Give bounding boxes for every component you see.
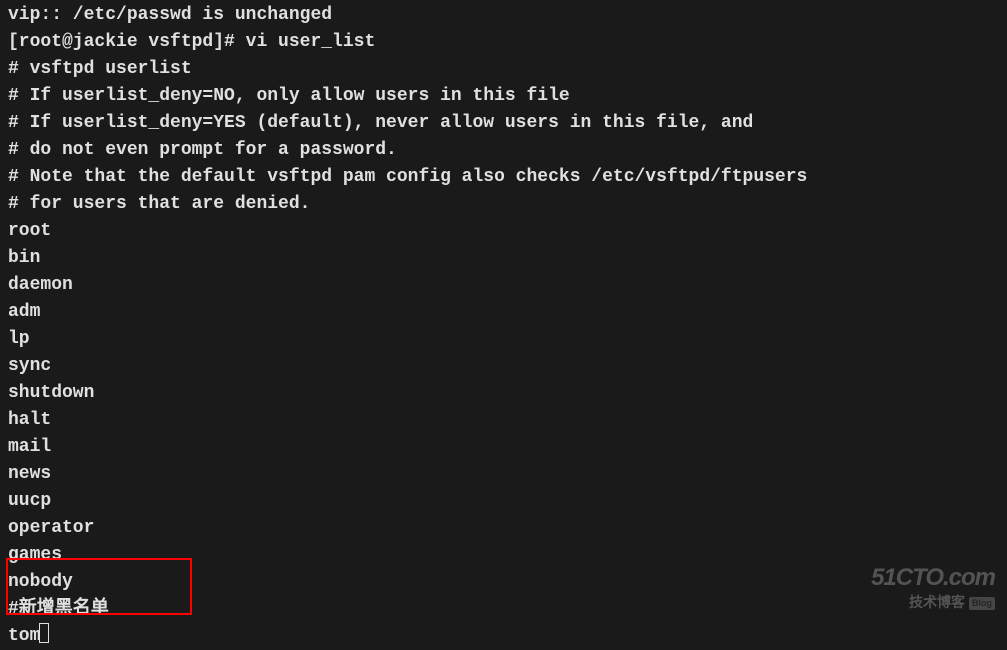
cursor-icon [39, 623, 49, 643]
terminal-line: # If userlist_deny=NO, only allow users … [8, 83, 999, 110]
terminal-line: bin [8, 245, 999, 272]
terminal-line: lp [8, 326, 999, 353]
terminal-output[interactable]: vip:: /etc/passwd is unchanged [root@jac… [8, 2, 999, 650]
terminal-line: adm [8, 299, 999, 326]
terminal-line: #新增黑名单 [8, 596, 999, 623]
terminal-line: mail [8, 434, 999, 461]
terminal-line: # do not even prompt for a password. [8, 137, 999, 164]
terminal-line: nobody [8, 569, 999, 596]
terminal-line: uucp [8, 488, 999, 515]
terminal-line: games [8, 542, 999, 569]
terminal-line-prompt: [root@jackie vsftpd]# vi user_list [8, 29, 999, 56]
terminal-line: sync [8, 353, 999, 380]
watermark-main: 51CTO.com [871, 560, 995, 596]
watermark: 51CTO.com 技术博客Blog [871, 560, 995, 613]
terminal-line: operator [8, 515, 999, 542]
terminal-line: # for users that are denied. [8, 191, 999, 218]
terminal-line: # vsftpd userlist [8, 56, 999, 83]
terminal-line-cursor: tom [8, 623, 999, 650]
terminal-line: news [8, 461, 999, 488]
terminal-line: # Note that the default vsftpd pam confi… [8, 164, 999, 191]
watermark-badge: Blog [969, 597, 995, 611]
terminal-line: root [8, 218, 999, 245]
terminal-line: # If userlist_deny=YES (default), never … [8, 110, 999, 137]
terminal-line: daemon [8, 272, 999, 299]
terminal-line: shutdown [8, 380, 999, 407]
terminal-line: halt [8, 407, 999, 434]
terminal-line: vip:: /etc/passwd is unchanged [8, 2, 999, 29]
